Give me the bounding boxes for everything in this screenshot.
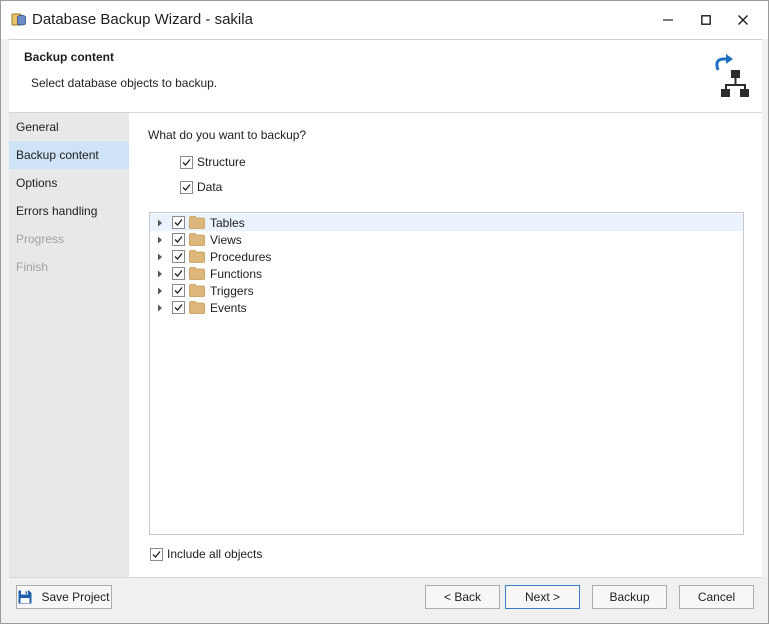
- check-icon: [174, 270, 183, 277]
- views-checkbox[interactable]: [172, 233, 185, 246]
- check-icon: [174, 253, 183, 260]
- tree-label-functions: Functions: [210, 266, 263, 281]
- tree-row-triggers[interactable]: Triggers: [150, 282, 743, 299]
- sidebar-item-options[interactable]: Options: [9, 169, 129, 197]
- wizard-header: Backup content Select database objects t…: [9, 39, 762, 113]
- tree-label-procedures: Procedures: [210, 249, 272, 264]
- sidebar-item-general[interactable]: General: [9, 113, 129, 141]
- database-app-icon: [11, 13, 26, 26]
- cancel-button[interactable]: Cancel: [679, 585, 754, 609]
- wizard-window: Database Backup Wizard - sakila Backup c…: [0, 0, 769, 624]
- structure-option[interactable]: Structure: [180, 155, 246, 169]
- tree-row-views[interactable]: Views: [150, 231, 743, 248]
- check-icon: [174, 236, 183, 243]
- include-all-label: Include all objects: [167, 547, 263, 561]
- include-all-checkbox[interactable]: [150, 547, 163, 561]
- data-option[interactable]: Data: [180, 180, 222, 194]
- floppy-disk-icon: [18, 590, 32, 604]
- procedures-checkbox[interactable]: [172, 250, 185, 263]
- tables-checkbox[interactable]: [172, 216, 185, 229]
- functions-checkbox[interactable]: [172, 267, 185, 280]
- window-title: Database Backup Wizard - sakila: [32, 11, 253, 28]
- maximize-button[interactable]: [686, 1, 726, 39]
- tree-label-triggers: Triggers: [210, 283, 254, 298]
- data-checkbox[interactable]: [180, 180, 193, 194]
- check-icon: [152, 550, 161, 558]
- save-project-label: Save Project: [41, 590, 110, 604]
- objects-tree[interactable]: Tables Views Procedures Functions Trigge…: [149, 212, 744, 535]
- tree-row-procedures[interactable]: Procedures: [150, 248, 743, 265]
- folder-icon: [189, 250, 205, 263]
- expand-arrow-icon[interactable]: [154, 265, 166, 282]
- next-button[interactable]: Next >: [505, 585, 580, 609]
- expand-arrow-icon[interactable]: [154, 299, 166, 316]
- expand-arrow-icon[interactable]: [154, 231, 166, 248]
- expand-arrow-icon[interactable]: [154, 248, 166, 265]
- folder-icon: [189, 284, 205, 297]
- include-all-option[interactable]: Include all objects: [150, 547, 262, 561]
- maximize-icon: [701, 15, 711, 25]
- back-button[interactable]: < Back: [425, 585, 500, 609]
- wizard-steps-sidebar: General Backup content Options Errors ha…: [9, 113, 129, 577]
- check-icon: [174, 219, 183, 226]
- page-title: Backup content: [24, 50, 115, 64]
- data-label: Data: [197, 180, 223, 194]
- close-button[interactable]: [723, 1, 763, 39]
- structure-label: Structure: [197, 155, 246, 169]
- sidebar-item-finish: Finish: [16, 260, 49, 274]
- tree-row-events[interactable]: Events: [150, 299, 743, 316]
- close-icon: [738, 15, 748, 25]
- expand-arrow-icon[interactable]: [154, 214, 166, 231]
- folder-icon: [189, 216, 205, 229]
- triggers-checkbox[interactable]: [172, 284, 185, 297]
- sidebar-item-backup-content[interactable]: Backup content: [9, 141, 129, 169]
- structure-checkbox[interactable]: [180, 155, 193, 169]
- backup-question: What do you want to backup?: [148, 128, 307, 142]
- tree-row-tables[interactable]: Tables: [150, 214, 743, 231]
- tree-label-tables: Tables: [210, 215, 245, 230]
- check-icon: [182, 183, 191, 191]
- tree-row-functions[interactable]: Functions: [150, 265, 743, 282]
- minimize-icon: [663, 19, 673, 21]
- page-subtitle: Select database objects to backup.: [31, 76, 218, 90]
- sidebar-item-errors-handling[interactable]: Errors handling: [9, 197, 129, 225]
- backup-button[interactable]: Backup: [592, 585, 667, 609]
- check-icon: [182, 158, 191, 166]
- events-checkbox[interactable]: [172, 301, 185, 314]
- minimize-button[interactable]: [648, 1, 688, 39]
- expand-arrow-icon[interactable]: [154, 282, 166, 299]
- check-icon: [174, 287, 183, 294]
- backup-schema-icon: [715, 54, 749, 97]
- tree-label-events: Events: [210, 300, 247, 315]
- backup-content-panel: What do you want to backup? Structure Da…: [129, 113, 762, 577]
- title-bar: Database Backup Wizard - sakila: [1, 1, 768, 39]
- wizard-footer: Save Project < Back Next > Backup Cancel: [9, 577, 762, 617]
- save-project-button[interactable]: Save Project: [16, 585, 112, 609]
- folder-icon: [189, 301, 205, 314]
- sidebar-item-progress: Progress: [16, 232, 65, 246]
- folder-icon: [189, 233, 205, 246]
- check-icon: [174, 304, 183, 311]
- folder-icon: [189, 267, 205, 280]
- tree-label-views: Views: [210, 232, 242, 247]
